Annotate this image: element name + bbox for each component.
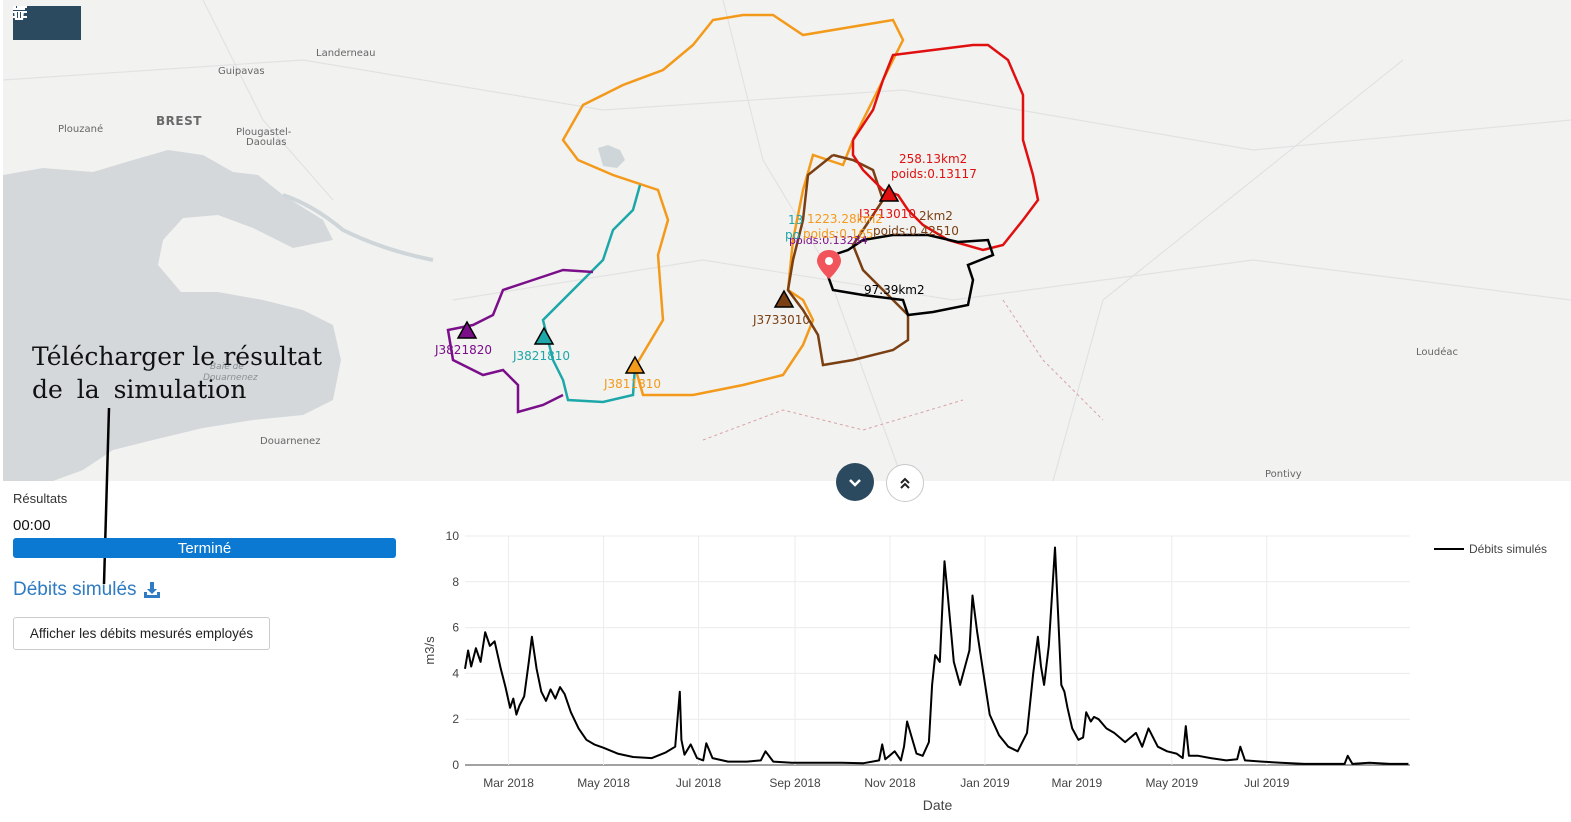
expand-panel-button[interactable] <box>886 464 924 502</box>
collapse-panel-button[interactable] <box>836 463 874 501</box>
x-tick-label: Jul 2019 <box>1244 776 1290 790</box>
download-label: Débits simulés <box>13 579 137 600</box>
city-plougastel-2: Daoulas <box>246 137 287 148</box>
station-label-j3821810: J3821810 <box>513 349 570 363</box>
progress-status: Terminé <box>13 538 396 558</box>
station-label-j3811810: J3811810 <box>604 377 661 391</box>
city-pontivy: Pontivy <box>1265 469 1302 480</box>
x-tick-label: Jan 2019 <box>960 776 1010 790</box>
x-tick-label: May 2019 <box>1145 776 1198 790</box>
y-tick-label: 4 <box>452 666 459 680</box>
city-brest: BREST <box>156 114 202 128</box>
city-loudeac: Loudéac <box>1416 347 1458 358</box>
weight-label-brown: poids:0.42510 <box>873 224 959 238</box>
city-guipavas: Guipavas <box>218 66 265 77</box>
station-j3811810-marker <box>624 355 646 374</box>
weight-label-orange: poids:0.165 <box>803 227 874 241</box>
annotation-line-2: de la simulation <box>32 375 247 404</box>
legend-label: Débits simulés <box>1469 542 1547 556</box>
area-label-teal: 13 <box>788 213 804 227</box>
watershed-black <box>821 233 995 317</box>
annotation-line-1: Télécharger le résultat <box>32 342 322 371</box>
x-tick-label: Jul 2018 <box>676 776 722 790</box>
x-tick-label: Mar 2018 <box>483 776 534 790</box>
map-pin-icon[interactable] <box>817 250 841 279</box>
area-label-red: 258.13km2 <box>899 152 968 166</box>
y-tick-label: 8 <box>452 575 459 589</box>
station-label-j3733010: J3733010 <box>753 313 810 327</box>
area-label-brown: 2km2 <box>919 209 953 223</box>
area-label-orange: 1223.28km2 <box>807 212 883 226</box>
timer: 00:00 <box>13 517 51 534</box>
download-annotation: Télécharger le résultat de la simulation <box>32 340 322 406</box>
double-chevron-up-icon <box>900 477 910 489</box>
map-view[interactable]: Landerneau Guipavas BREST Plouzané Ploug… <box>3 0 1571 481</box>
watershed-orange <box>561 13 905 397</box>
city-plouzane: Plouzané <box>58 124 104 135</box>
download-simulated-link[interactable]: Débits simulés <box>13 579 161 601</box>
chevron-down-icon <box>849 478 861 487</box>
progress-bar: Terminé <box>13 538 396 558</box>
y-tick-label: 6 <box>452 621 459 635</box>
x-axis-title: Date <box>923 797 953 813</box>
y-tick-label: 10 <box>446 529 460 543</box>
weight-label-red: poids:0.13117 <box>891 167 977 181</box>
download-icon[interactable] <box>143 581 161 599</box>
x-tick-label: May 2018 <box>577 776 630 790</box>
area-label-black: 97.39km2 <box>864 283 925 297</box>
city-douarnenez: Douarnenez <box>260 436 321 447</box>
results-title: Résultats <box>13 491 68 506</box>
map-toolbar <box>13 6 81 40</box>
watershed-teal <box>541 184 642 404</box>
station-j3821810-marker <box>533 326 555 345</box>
discharge-chart[interactable]: 0 2 4 6 8 10 Mar 2018 May 2018 Jul 2018 Sep 2018 N… <box>412 520 1571 820</box>
x-tick-label: Mar 2019 <box>1051 776 1102 790</box>
station-label-j3821820: J3821820 <box>435 343 492 357</box>
lake <box>598 145 625 168</box>
city-landerneau: Landerneau <box>316 48 376 59</box>
y-tick-label: 0 <box>452 758 459 772</box>
y-axis-title: m3/s <box>422 636 437 665</box>
x-tick-label: Nov 2018 <box>864 776 916 790</box>
x-tick-label: Sep 2018 <box>769 776 821 790</box>
show-measured-flows-button[interactable]: Afficher les débits mesurés employés <box>13 617 270 650</box>
trash-icon[interactable] <box>13 6 81 40</box>
y-tick-label: 2 <box>452 712 459 726</box>
